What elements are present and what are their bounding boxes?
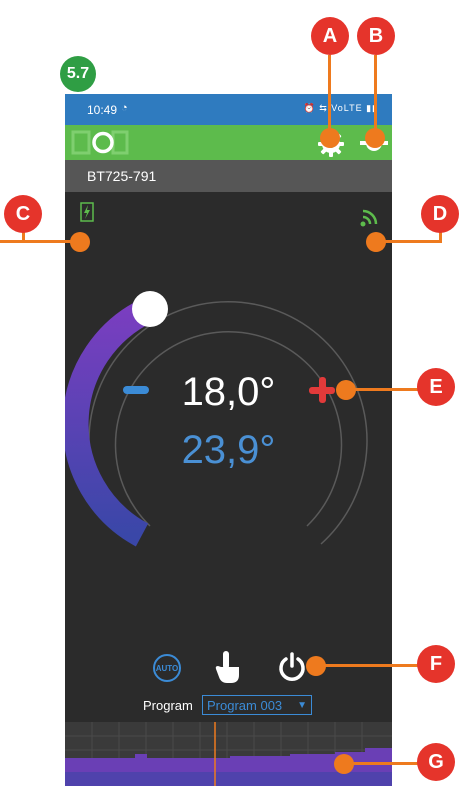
callout-c-line-vertical [22,232,25,242]
power-icon[interactable] [277,652,307,682]
callout-b-dot [365,128,385,148]
step-badge: 5.7 [60,56,96,92]
callout-c-badge: C [4,195,42,233]
callout-e-line [350,388,420,391]
callout-d-dot [366,232,386,252]
current-temperature: 23,9° [181,428,276,472]
chevron-down-icon: ▼ [297,700,307,711]
callout-g-badge: G [417,743,455,781]
program-select[interactable]: Program 003 ▼ [202,695,312,715]
program-select-value: Program 003 [207,698,283,713]
program-label: Program [143,698,193,713]
status-bar: 10:49 ◔ ⏰ ⇆ VoLTE ▮▮ [65,94,392,125]
callout-a-badge: A [311,17,349,55]
status-icons: ⏰ ⇆ VoLTE ▮▮ [303,103,378,113]
battery-charging-icon [80,202,94,222]
device-bar[interactable]: BT725-791 [65,160,392,192]
alarm-icon: ◔ [121,102,128,114]
app-bar [65,125,392,160]
callout-a-dot [320,128,340,148]
callout-f-line [316,664,420,667]
callout-f-dot [306,656,326,676]
callout-d-line [380,240,442,243]
auto-mode-button[interactable]: AUTO [153,654,181,682]
device-name: BT725-791 [87,168,157,184]
callout-d-badge: D [421,195,459,233]
callout-g-line [350,762,420,765]
callout-b-badge: B [357,17,395,55]
callout-g-dot [334,754,354,774]
auto-mode-label: AUTO [155,663,179,673]
callout-b-line [374,55,377,135]
logo-icon [71,130,129,155]
manual-hand-icon[interactable] [215,649,245,685]
callout-c-dot [70,232,90,252]
callout-d-line-vertical [439,232,442,242]
callout-a-line [328,55,331,135]
status-time: 10:49 [87,103,118,117]
callout-c-line [0,240,80,243]
callout-e-badge: E [417,368,455,406]
signal-strength-icon [360,209,378,227]
dial-handle[interactable] [132,291,168,327]
callout-e-dot [336,380,356,400]
callout-f-badge: F [417,645,455,683]
phone-screen: 10:49 ◔ ⏰ ⇆ VoLTE ▮▮ BT725-791 18,0° 23,… [65,94,392,786]
